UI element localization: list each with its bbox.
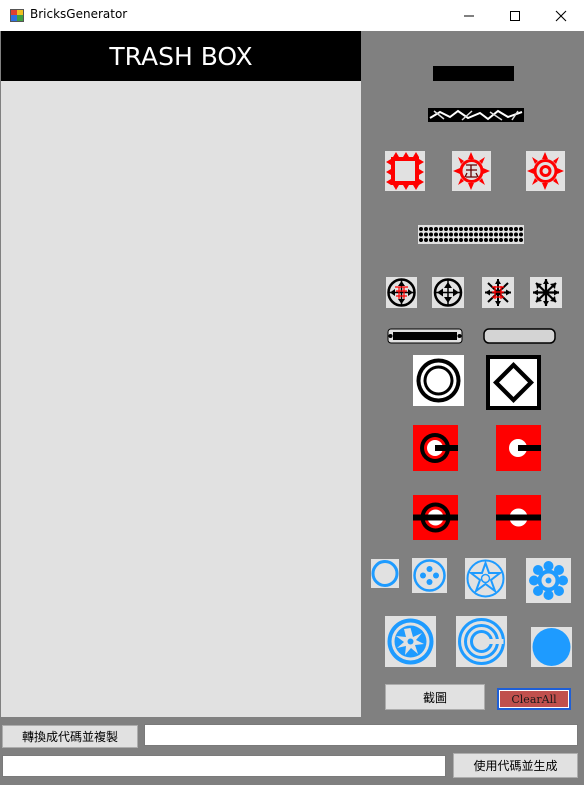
diamond-frame-icon[interactable] [486, 355, 541, 410]
convert-copy-button[interactable]: 轉換成代碼並複製 [2, 725, 138, 748]
blue-snowflake-icon[interactable] [526, 558, 571, 603]
code-input-field[interactable] [2, 755, 446, 777]
maximize-button[interactable] [492, 0, 538, 31]
arrow-compass-icon[interactable] [432, 277, 464, 308]
asterisk-arrows-icon[interactable] [530, 277, 562, 308]
cracked-bar-icon[interactable] [428, 108, 524, 122]
star-glyph-red-icon[interactable] [482, 277, 514, 308]
app-icon [10, 9, 24, 22]
code-output-field[interactable] [144, 724, 578, 746]
gray-capsule-icon[interactable] [483, 328, 556, 344]
window-title: BricksGenerator [30, 7, 128, 21]
trash-box[interactable]: TRASH BOX [1, 31, 361, 717]
use-code-generate-button[interactable]: 使用代碼並生成 [453, 753, 578, 778]
red-ring-right-icon[interactable] [413, 425, 458, 471]
blue-burst-icon[interactable] [385, 616, 436, 667]
black-capsule-icon[interactable] [387, 328, 463, 344]
screenshot-button[interactable]: 截圖 [385, 684, 485, 710]
maximize-icon [510, 10, 520, 21]
minimize-icon [464, 15, 474, 16]
trash-box-header: TRASH BOX [1, 31, 361, 81]
close-button[interactable] [538, 0, 584, 31]
dotted-bar-icon[interactable] [418, 225, 524, 244]
red-dot-right-icon[interactable] [496, 425, 541, 471]
title-bar: BricksGenerator [0, 0, 584, 31]
black-bar-icon[interactable] [433, 66, 514, 81]
red-dot-bar-icon[interactable] [496, 495, 541, 540]
close-icon [555, 10, 567, 21]
minimize-button[interactable] [446, 0, 492, 31]
blue-star-flower-icon[interactable] [465, 558, 506, 599]
red-ring-bar-icon[interactable] [413, 495, 458, 540]
clear-all-button[interactable]: ClearAll [497, 688, 571, 710]
red-spiked-target-icon[interactable] [526, 151, 565, 191]
blue-disc-icon[interactable] [531, 627, 572, 667]
blue-button-icon[interactable] [412, 558, 447, 593]
blue-concentric-icon[interactable] [456, 616, 507, 667]
blue-ring-icon[interactable] [371, 559, 399, 588]
double-ring-icon[interactable] [413, 355, 464, 406]
red-spiked-glyph-icon[interactable] [452, 151, 491, 191]
red-spiked-square-icon[interactable] [385, 151, 425, 191]
arrow-glyph-red-icon[interactable] [386, 277, 417, 308]
